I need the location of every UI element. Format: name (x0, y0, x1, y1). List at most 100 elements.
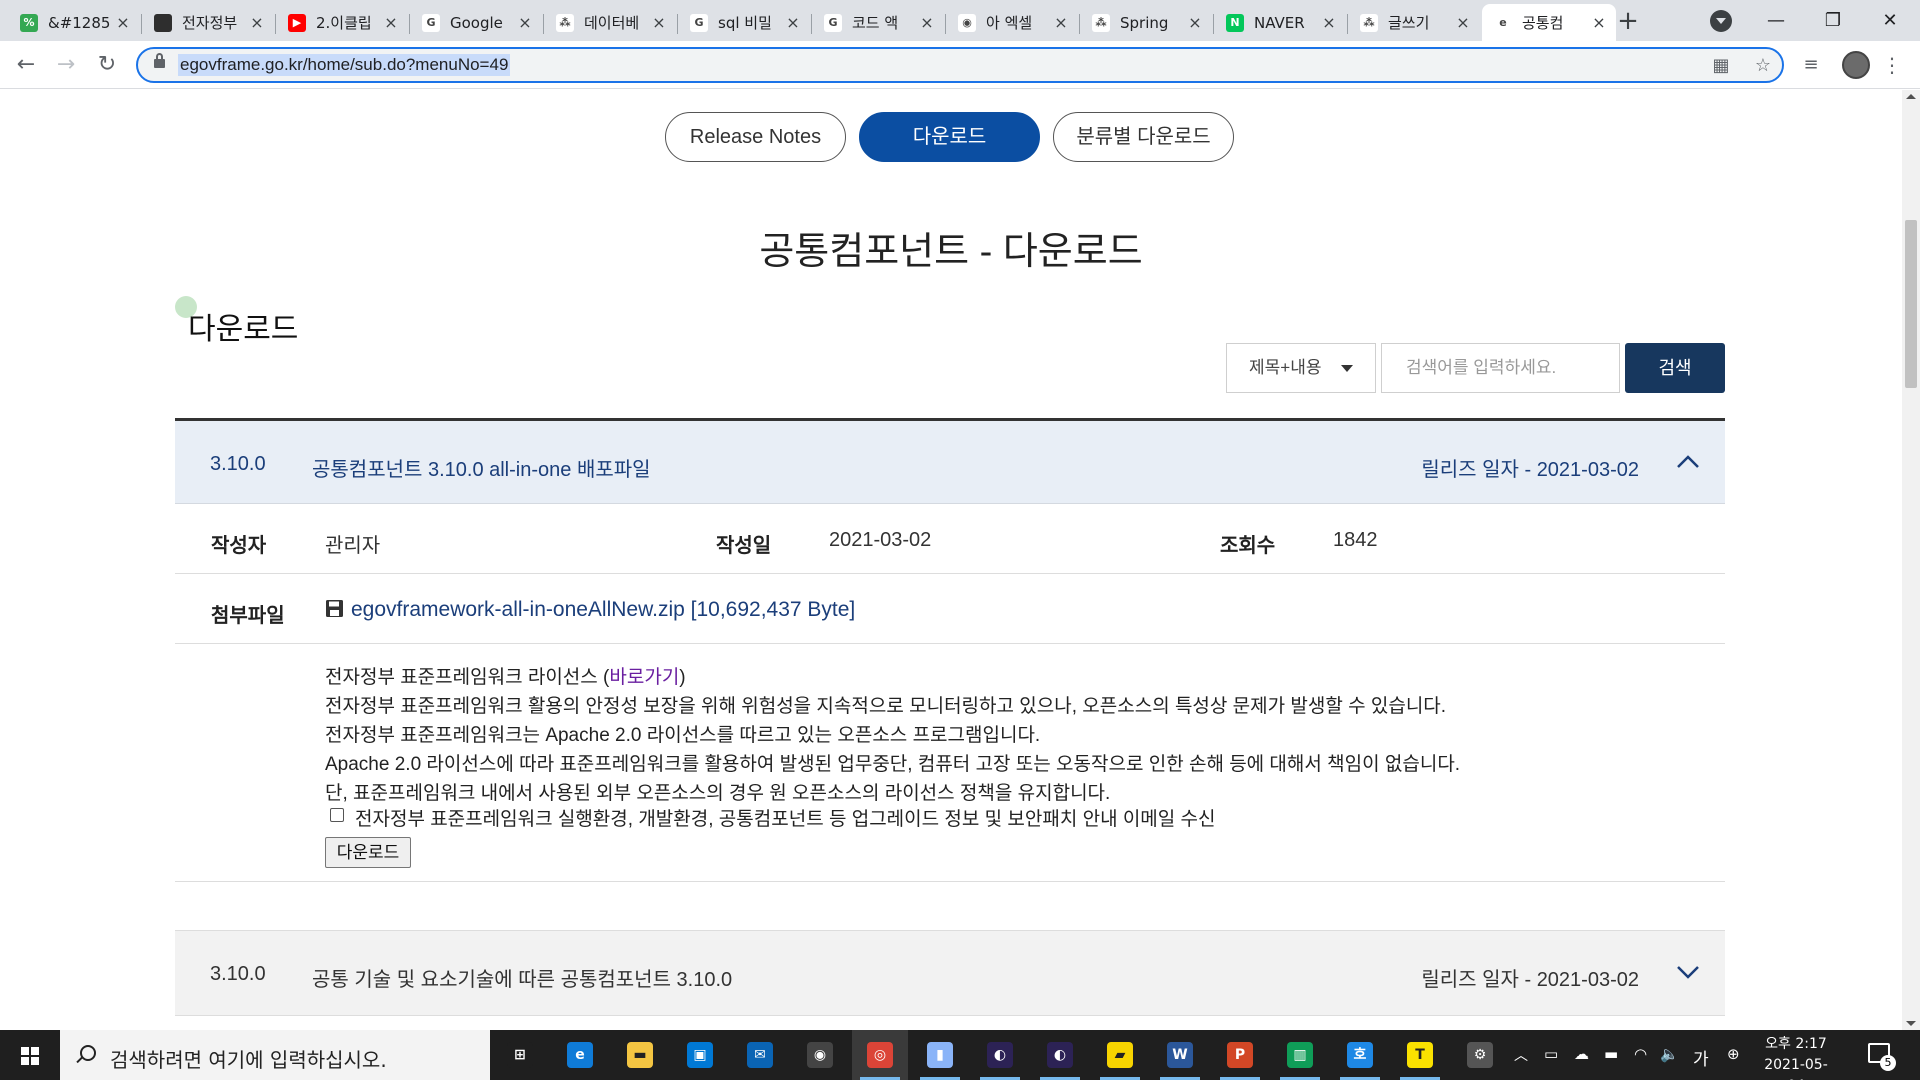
onedrive-icon[interactable]: ☁ (1574, 1045, 1589, 1063)
browser-tab[interactable]: ◉ 아 엑셀 × (946, 4, 1078, 41)
restore-button[interactable]: ❐ (1813, 6, 1853, 36)
taskbar-search-placeholder: 검색하려면 여기에 입력하십시오. (110, 1048, 387, 1072)
chevron-down-icon[interactable] (1673, 957, 1703, 987)
taskbar-app-hwp[interactable]: 호 (1332, 1030, 1388, 1080)
views-value: 1842 (1333, 529, 1378, 551)
back-arrow-icon[interactable]: ← (10, 49, 42, 81)
battery-icon[interactable]: ▬ (1604, 1045, 1618, 1063)
browser-tab[interactable]: % &#1285 × (8, 4, 140, 41)
tab-close-icon[interactable]: × (116, 13, 130, 32)
taskbar-app-file-explorer[interactable]: ▬ (612, 1030, 668, 1080)
taskbar-app-db-tool[interactable]: ▮ (912, 1030, 968, 1080)
search-input[interactable] (1381, 343, 1620, 393)
tab-close-icon[interactable]: × (1188, 13, 1202, 32)
lock-icon[interactable] (154, 53, 165, 68)
wifi-icon[interactable]: ◠ (1634, 1045, 1647, 1063)
email-opt-in-checkbox[interactable] (330, 808, 344, 822)
meet-now-icon[interactable]: ▭ (1544, 1045, 1558, 1063)
taskbar-app-word[interactable]: W (1152, 1030, 1208, 1080)
views-label: 조회수 (1220, 535, 1276, 557)
download-button[interactable]: 다운로드 (325, 837, 411, 868)
tab-close-icon[interactable]: × (1456, 13, 1470, 32)
reading-list-icon[interactable]: ≡ (1795, 49, 1827, 81)
tab-download[interactable]: 다운로드 (859, 112, 1040, 162)
tab-title: 아 엑셀 (986, 14, 1033, 32)
taskbar-clock[interactable]: 오후 2:17 2021-05-04 (1756, 1034, 1836, 1080)
taskbar-app-task-view[interactable]: ⊞ (492, 1030, 548, 1080)
browser-tab[interactable]: G Google × (410, 4, 542, 41)
forward-arrow-icon[interactable]: → (50, 49, 82, 81)
entry-title[interactable]: 공통 기술 및 요소기술에 따른 공통컴포넌트 3.10.0 (312, 963, 732, 992)
taskbar-app-settings[interactable]: ⚙ (1452, 1030, 1508, 1080)
notice-line: 단, 표준프레임워크 내에서 사용된 외부 오픈소스의 경우 원 오픈소스의 라… (325, 783, 1111, 804)
tab-favicon-icon: e (1494, 13, 1512, 32)
taskbar-app-store[interactable]: ▣ (672, 1030, 728, 1080)
tab-close-icon[interactable]: × (652, 13, 666, 32)
taskbar-app-sheets[interactable]: ▥ (1272, 1030, 1328, 1080)
translate-icon[interactable]: ▦ (1710, 55, 1732, 77)
tab-close-icon[interactable]: × (1322, 13, 1336, 32)
browser-tab[interactable]: Gsql 비밀 × (678, 4, 810, 41)
browser-tab[interactable]: ⁂ 글쓰기 × (1348, 4, 1480, 41)
tab-favicon-icon (154, 13, 172, 32)
menu-kebab-icon[interactable]: ⋮ (1876, 49, 1908, 81)
profile-avatar[interactable] (1842, 51, 1870, 79)
tab-close-icon[interactable]: × (1592, 13, 1606, 32)
taskbar-app-kakaotalk[interactable]: T (1392, 1030, 1448, 1080)
search-scope-select[interactable]: 제목+내용 (1226, 343, 1376, 393)
volume-icon[interactable]: 🔈 (1660, 1045, 1679, 1063)
taskbar-app-powerpoint[interactable]: P (1212, 1030, 1268, 1080)
taskbar-app-obs[interactable]: ◉ (792, 1030, 848, 1080)
page-title: 공통컴포넌트 - 다운로드 (759, 231, 1143, 273)
browser-tab[interactable]: N NAVER × (1214, 4, 1346, 41)
browser-tab[interactable]: 전자정부 × (142, 4, 274, 41)
taskbar-app-sticky-notes[interactable]: ▰ (1092, 1030, 1148, 1080)
start-button[interactable] (0, 1030, 60, 1080)
scroll-down-arrow-icon[interactable] (1906, 1021, 1916, 1026)
address-bar[interactable]: egovframe.go.kr/home/sub.do?menuNo=49 ▦ … (136, 47, 1784, 83)
chevron-up-tray-icon[interactable]: ︿ (1514, 1045, 1528, 1065)
new-tab-button[interactable]: + (1612, 6, 1644, 38)
bookmark-star-icon[interactable]: ☆ (1752, 55, 1774, 77)
download-entry-header[interactable]: 3.10.0 공통컴포넌트 3.10.0 all-in-one 배포파일 릴리즈… (175, 418, 1725, 504)
tab-close-icon[interactable]: × (786, 13, 800, 32)
url-text[interactable]: egovframe.go.kr/home/sub.do?menuNo=49 (178, 54, 511, 76)
page-scrollbar[interactable] (1902, 90, 1920, 1030)
minimize-button[interactable]: — (1756, 6, 1796, 36)
tab-close-icon[interactable]: × (250, 13, 264, 32)
entry-release-date: 릴리즈 일자 - 2021-03-02 (1421, 969, 1639, 991)
tab-release-notes[interactable]: Release Notes (665, 112, 846, 162)
tab-close-icon[interactable]: × (518, 13, 532, 32)
ime-mode-icon[interactable]: ⊕ (1727, 1045, 1740, 1063)
ime-hangul-indicator[interactable]: 가 (1693, 1045, 1709, 1070)
attachment-download-link[interactable]: egovframework-all-in-oneAllNew.zip [10,6… (351, 598, 855, 622)
tab-category-download[interactable]: 분류별 다운로드 (1053, 112, 1234, 162)
license-shortcut-link[interactable]: 바로가기 (609, 667, 679, 688)
scroll-up-arrow-icon[interactable] (1906, 94, 1916, 99)
chevron-up-icon[interactable] (1673, 447, 1703, 477)
tab-search-icon[interactable] (1710, 10, 1732, 32)
browser-tab[interactable]: G 코드 액 × (812, 4, 944, 41)
taskbar-app-edge[interactable]: e (552, 1030, 608, 1080)
entry-title[interactable]: 공통컴포넌트 3.10.0 all-in-one 배포파일 (312, 453, 651, 482)
tab-favicon-icon: ⁂ (556, 13, 574, 32)
author-value: 관리자 (325, 535, 381, 557)
taskbar-app-eclipse[interactable]: ◐ (972, 1030, 1028, 1080)
reload-icon[interactable]: ↻ (91, 49, 123, 81)
browser-tab[interactable]: ⁂ Spring × (1080, 4, 1212, 41)
scrollbar-thumb[interactable] (1905, 220, 1917, 388)
search-button[interactable]: 검색 (1625, 343, 1725, 393)
tab-close-icon[interactable]: × (920, 13, 934, 32)
window-close-button[interactable]: ✕ (1870, 6, 1910, 36)
tab-close-icon[interactable]: × (384, 13, 398, 32)
taskbar-app-chrome[interactable]: ◎ (852, 1030, 908, 1080)
taskbar-search-box[interactable]: 검색하려면 여기에 입력하십시오. (60, 1030, 490, 1080)
download-entry-header[interactable]: 3.10.0 공통 기술 및 요소기술에 따른 공통컴포넌트 3.10.0 릴리… (175, 930, 1725, 1016)
taskbar-app-eclipse-2[interactable]: ◐ (1032, 1030, 1088, 1080)
browser-tab[interactable]: ▶ 2.이클립 × (276, 4, 408, 41)
taskbar-app-mail[interactable]: ✉ (732, 1030, 788, 1080)
browser-tab[interactable]: ⁂ 데이터베 × (544, 4, 676, 41)
tab-close-icon[interactable]: × (1054, 13, 1068, 32)
caret-down-icon (1341, 365, 1353, 372)
browser-tab[interactable]: e 공통컴 × (1482, 4, 1616, 41)
